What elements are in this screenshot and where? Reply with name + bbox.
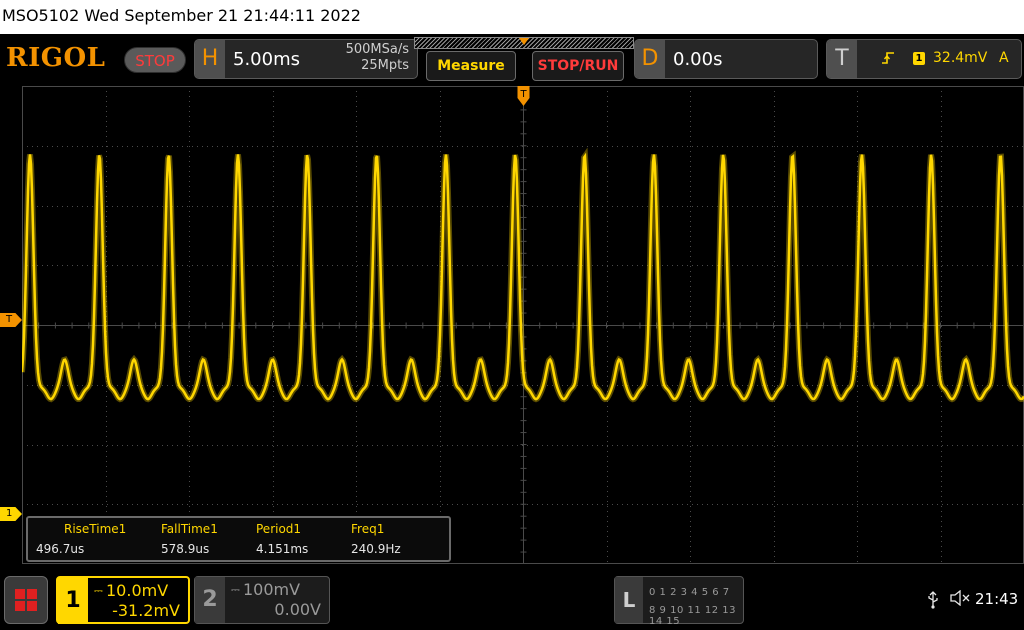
trigger-position-icon — [519, 38, 529, 45]
measurement-name: RiseTime1 — [64, 522, 127, 536]
main-menu-button[interactable] — [4, 576, 48, 624]
horizontal-panel[interactable]: H 5.00ms 500MSa/s 25Mpts — [194, 39, 418, 79]
top-bar: RIGOL STOP H 5.00ms 500MSa/s 25Mpts Meas… — [0, 34, 1024, 84]
channel-1-panel[interactable]: 1 ⎓ 10.0mV -31.2mV — [56, 576, 190, 624]
channel-2-offset: 0.00V — [274, 600, 321, 619]
logic-key: L — [615, 577, 643, 623]
measurement-value: 240.9Hz — [351, 542, 401, 556]
channel-1-number: 1 — [58, 578, 88, 624]
measurement-item: Period1 4.151ms — [256, 522, 351, 556]
svg-text:T: T — [519, 89, 527, 100]
clock: 21:43 — [975, 590, 1019, 608]
rising-edge-icon — [881, 50, 895, 70]
brand-logo: RIGOL — [6, 43, 106, 73]
dc-coupling-icon: ⎓ — [231, 583, 240, 596]
measurement-item: Freq1 240.9Hz — [351, 522, 446, 556]
status-line: MSO5102 Wed September 21 21:44:11 2022 — [0, 0, 1024, 34]
measurement-value: 496.7us — [36, 542, 85, 556]
trigger-mode: A — [999, 50, 1009, 66]
trigger-source-badge: 1 — [913, 52, 925, 65]
delay-panel[interactable]: D 0.00s — [634, 39, 818, 79]
measurement-name: FallTime1 — [161, 522, 218, 536]
delay-key: D — [635, 40, 665, 78]
menu-grid-icon — [15, 589, 37, 611]
logic-channels-high: 8 9 10 11 12 13 14 15 — [649, 605, 737, 627]
waveform-display[interactable]: T — [19, 85, 1024, 565]
graticule: T — [19, 85, 1024, 565]
measure-button[interactable]: Measure — [426, 51, 516, 81]
measurement-panel: RiseTime1 496.7us FallTime1 578.9us Peri… — [26, 516, 451, 562]
channel-1-offset: -31.2mV — [112, 601, 180, 620]
trigger-level: 32.4mV — [933, 50, 988, 66]
sound-muted-icon[interactable] — [950, 589, 972, 607]
logic-analyzer-panel[interactable]: L 0 1 2 3 4 5 6 7 8 9 10 11 12 13 14 15 — [614, 576, 744, 627]
channel-2-number: 2 — [195, 577, 225, 623]
measurement-name: Period1 — [256, 522, 302, 536]
trigger-time-marker: T — [517, 86, 530, 106]
measurement-item: RiseTime1 496.7us — [36, 522, 159, 556]
trigger-panel[interactable]: T 1 32.4mV A — [826, 39, 1022, 79]
delay-value: 0.00s — [673, 49, 723, 70]
trigger-position-bar — [414, 37, 634, 49]
channel-2-panel[interactable]: 2 ⎓ 100mV 0.00V — [194, 576, 330, 624]
channel-1-scale: 10.0mV — [106, 581, 169, 600]
run-state-indicator[interactable]: STOP — [124, 47, 186, 73]
channel-2-scale: 100mV — [243, 580, 301, 599]
measurement-item: FallTime1 578.9us — [161, 522, 256, 556]
trigger-key: T — [827, 40, 857, 78]
trigger-level-marker[interactable]: T — [0, 313, 22, 327]
measurement-value: 4.151ms — [256, 542, 309, 556]
usb-icon — [926, 591, 940, 613]
timebase-value: 5.00ms — [233, 49, 300, 70]
dc-coupling-icon: ⎓ — [94, 584, 103, 597]
measurement-name: Freq1 — [351, 522, 385, 536]
bottom-bar: 1 ⎓ 10.0mV -31.2mV 2 ⎓ 100mV 0.00V L 0 1… — [0, 568, 1024, 630]
status-text: MSO5102 Wed September 21 21:44:11 2022 — [2, 6, 361, 25]
memory-depth: 25Mpts — [361, 58, 409, 73]
sample-rate: 500MSa/s — [345, 42, 409, 57]
logic-channels-low: 0 1 2 3 4 5 6 7 — [649, 587, 730, 598]
measurement-value: 578.9us — [161, 542, 210, 556]
acquisition-info: 500MSa/s 25Mpts — [323, 42, 409, 74]
ch1-ground-marker[interactable]: 1 — [0, 507, 22, 521]
horizontal-key: H — [195, 40, 225, 78]
stop-run-button[interactable]: STOP/RUN — [532, 51, 624, 81]
